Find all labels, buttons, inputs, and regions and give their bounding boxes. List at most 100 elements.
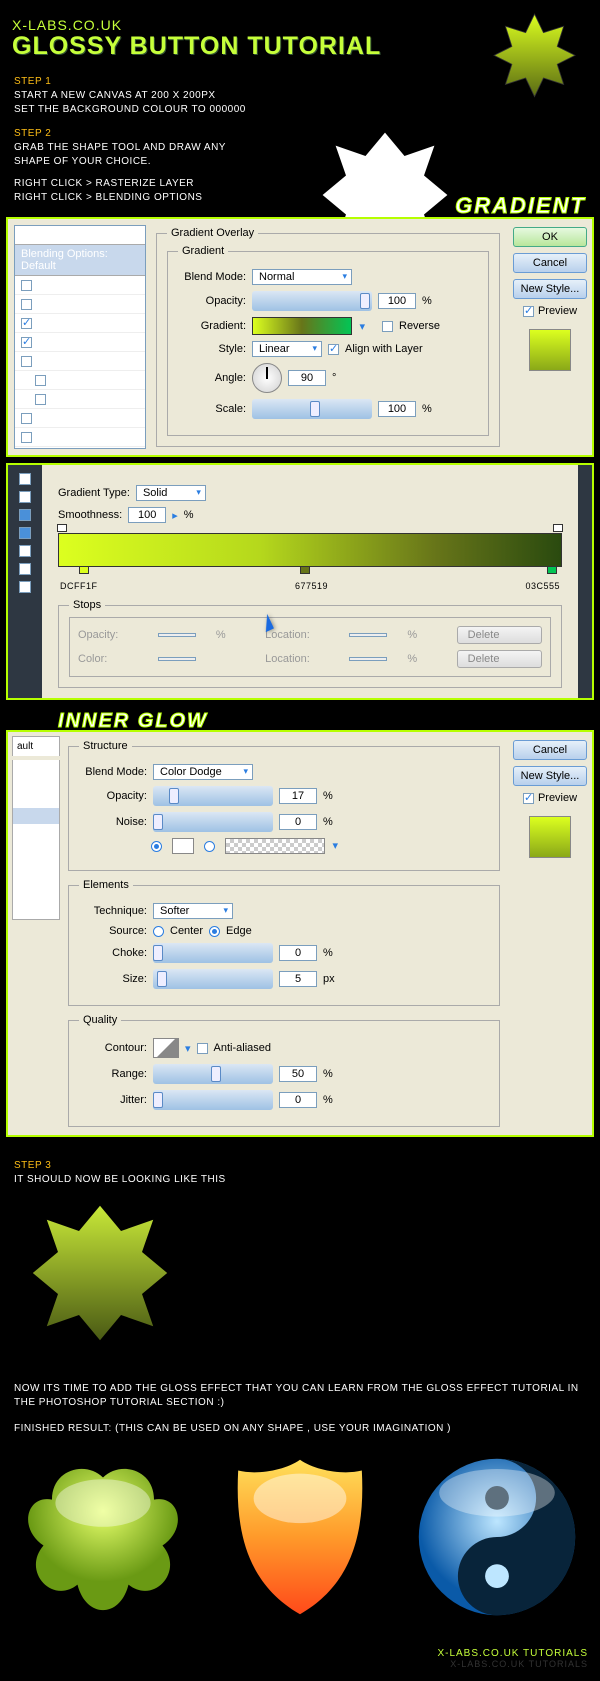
gradient-type-label: Gradient Type: — [58, 487, 130, 499]
step-3-text: IT SHOULD NOW BE LOOKING LIKE THIS — [14, 1173, 586, 1187]
style-checkbox[interactable] — [21, 299, 32, 310]
style-item-contour[interactable]: Contour — [15, 371, 145, 390]
ig-opacity-input[interactable]: 17 — [279, 788, 317, 804]
choke-slider[interactable] — [153, 943, 273, 963]
opacity-slider[interactable] — [252, 291, 372, 311]
jitter-slider[interactable] — [153, 1090, 273, 1110]
choke-input[interactable]: 0 — [279, 945, 317, 961]
style-checkbox[interactable] — [21, 356, 32, 367]
sidebar-crop: ault — [12, 736, 60, 756]
opacity-input[interactable]: 100 — [378, 293, 416, 309]
opacity-stop-right[interactable] — [553, 524, 563, 534]
style-item-label: Drop Shadow — [36, 279, 103, 291]
fin-text: FINISHED RESULT: (THIS CAN BE USED ON AN… — [14, 1422, 586, 1436]
gradient-bar[interactable] — [58, 533, 562, 567]
stop-opacity-input — [158, 633, 196, 637]
ok-button[interactable]: OK — [513, 227, 587, 247]
preview-checkbox-2[interactable] — [523, 793, 534, 804]
smoothness-label: Smoothness: — [58, 509, 122, 521]
style-select[interactable]: Linear — [252, 341, 322, 357]
blend-mode-label: Blend Mode: — [178, 271, 246, 283]
align-checkbox[interactable] — [328, 344, 339, 355]
yinyang-shape — [412, 1452, 582, 1622]
style-item-texture[interactable]: Texture — [15, 390, 145, 409]
color-stop-1[interactable] — [79, 566, 91, 580]
ig-noise-input[interactable]: 0 — [279, 814, 317, 830]
gradient-inner-legend: Gradient — [178, 245, 228, 257]
size-input[interactable]: 5 — [279, 971, 317, 987]
footer-line-1: X-LABS.CO.UK TUTORIALS — [12, 1648, 588, 1659]
contour-swatch[interactable] — [153, 1038, 179, 1058]
preview-checkbox[interactable] — [523, 306, 534, 317]
center-label: Center — [170, 925, 203, 937]
style-checkbox[interactable] — [21, 280, 32, 291]
style-item-label: Outer Glow — [36, 317, 92, 329]
jitter-input[interactable]: 0 — [279, 1092, 317, 1108]
align-label: Align with Layer — [345, 343, 423, 355]
gradient-header: GRADIENT — [455, 193, 586, 219]
scale-input[interactable]: 100 — [378, 401, 416, 417]
source-edge-radio[interactable] — [209, 926, 220, 937]
styles-title[interactable]: Styles — [15, 226, 145, 245]
aa-checkbox[interactable] — [197, 1043, 208, 1054]
stop-hex-2: 677519 — [295, 581, 328, 591]
new-style-button-2[interactable]: New Style... — [513, 766, 587, 786]
style-item-inner-glow[interactable]: Inner Glow — [15, 333, 145, 352]
ig-blend-select[interactable]: Color Dodge — [153, 764, 253, 780]
style-checkbox[interactable] — [21, 413, 32, 424]
style-item-outer-glow[interactable]: Outer Glow — [15, 314, 145, 333]
gradient-radio[interactable] — [204, 841, 215, 852]
ig-blend-label: Blend Mode: — [79, 766, 147, 778]
color-well[interactable] — [172, 838, 194, 854]
size-slider[interactable] — [153, 969, 273, 989]
blend-mode-select[interactable]: Normal — [252, 269, 352, 285]
reverse-checkbox[interactable] — [382, 321, 393, 332]
gradient-type-select[interactable]: Solid — [136, 485, 206, 501]
inner-glow-sidebar: ault — [8, 732, 64, 1135]
smoothness-input[interactable]: 100 — [128, 507, 166, 523]
gradient-picker[interactable] — [225, 838, 325, 854]
blending-default[interactable]: Blending Options: Default — [15, 245, 145, 276]
scale-slider[interactable] — [252, 399, 372, 419]
styles-sidebar: Styles Blending Options: Default Drop Sh… — [14, 225, 146, 449]
page-header: X-LABS.CO.UK GLOSSY BUTTON TUTORIAL — [0, 0, 600, 59]
angle-input[interactable]: 90 — [288, 370, 326, 386]
angle-dial[interactable] — [252, 363, 282, 393]
stop-location-label: Location: — [265, 629, 341, 641]
footer-line-2: X-LABS.CO.UK TUTORIALS — [12, 1659, 588, 1669]
style-checkbox[interactable] — [21, 432, 32, 443]
cancel-button-2[interactable]: Cancel — [513, 740, 587, 760]
cancel-button[interactable]: Cancel — [513, 253, 587, 273]
style-checkbox[interactable] — [21, 318, 32, 329]
stop-opacity-label: Opacity: — [78, 629, 150, 641]
gradient-swatch[interactable] — [252, 317, 352, 335]
color-stop-2[interactable] — [300, 566, 312, 580]
opacity-stop-left[interactable] — [57, 524, 67, 534]
size-label: Size: — [79, 973, 147, 985]
ig-noise-slider[interactable] — [153, 812, 273, 832]
color-radio[interactable] — [151, 841, 162, 852]
new-style-button[interactable]: New Style... — [513, 279, 587, 299]
technique-select[interactable]: Softer — [153, 903, 233, 919]
style-item-satin[interactable]: Satin — [15, 409, 145, 428]
style-item-inner-shadow[interactable]: Inner Shadow — [15, 295, 145, 314]
style-checkbox[interactable] — [35, 394, 46, 405]
style-item-label: Bevel and Emboss — [36, 355, 128, 367]
style-checkbox[interactable] — [21, 337, 32, 348]
ig-opacity-slider[interactable] — [153, 786, 273, 806]
gradient-overlay-legend: Gradient Overlay — [167, 227, 258, 239]
range-input[interactable]: 50 — [279, 1066, 317, 1082]
style-item-color-overlay[interactable]: Color Overlay — [15, 428, 145, 447]
right-column: OK Cancel New Style... Preview — [508, 219, 592, 455]
style-item-bevel-and-emboss[interactable]: Bevel and Emboss — [15, 352, 145, 371]
style-checkbox[interactable] — [35, 375, 46, 386]
gradient-editor-panel: Gradient Type: Solid Smoothness: 100 ▸ %… — [6, 463, 594, 700]
pct-3: % — [184, 509, 194, 521]
color-stop-3[interactable] — [547, 566, 559, 580]
range-slider[interactable] — [153, 1064, 273, 1084]
style-item-drop-shadow[interactable]: Drop Shadow — [15, 276, 145, 295]
structure-legend: Structure — [79, 740, 132, 752]
source-center-radio[interactable] — [153, 926, 164, 937]
pct-unit: % — [422, 295, 432, 307]
preview-swatch — [529, 329, 571, 371]
